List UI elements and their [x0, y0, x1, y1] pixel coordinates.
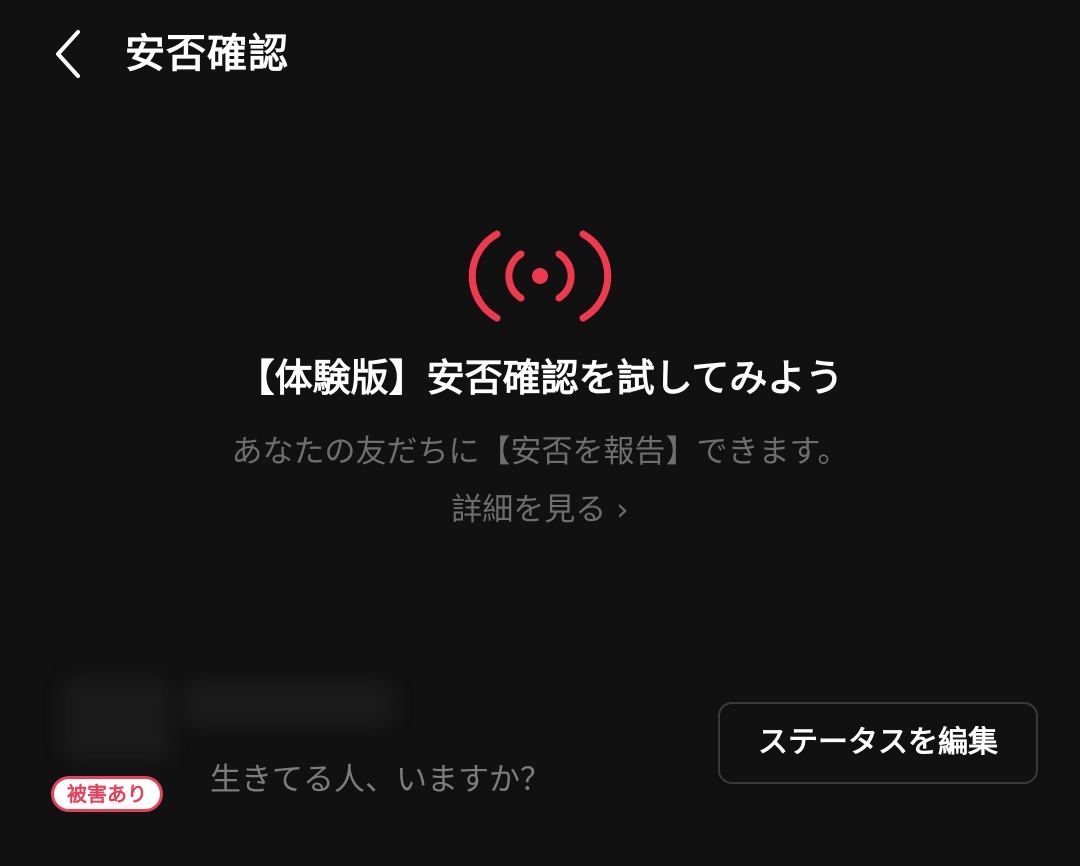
app-header: 安否確認	[0, 0, 1080, 110]
chevron-right-icon: ›	[616, 492, 629, 528]
status-message: 生きてる人、いますか？	[210, 762, 551, 798]
back-button[interactable]	[40, 22, 100, 86]
broadcast-signal-icon	[465, 228, 615, 324]
page-title: 安否確認	[125, 31, 289, 77]
edit-status-button[interactable]: ステータスを編集	[718, 702, 1038, 784]
hero-title: 【体験版】安否確認を試してみよう	[236, 356, 844, 400]
details-link-label: 詳細を見る	[451, 492, 607, 528]
hero-description: あなたの友だちに【安否を報告】できます。	[231, 434, 849, 470]
chevron-left-icon	[56, 30, 80, 78]
blurred-user-name	[180, 680, 395, 728]
details-link[interactable]: 詳細を見る ›	[0, 486, 1080, 534]
blurred-user-avatar	[62, 676, 172, 762]
damage-status-badge: 被害あり	[51, 776, 163, 812]
